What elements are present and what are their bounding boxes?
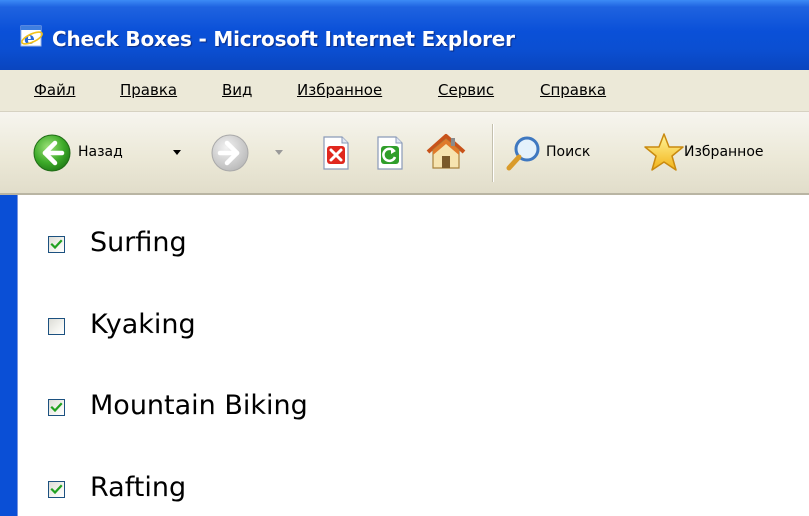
star-icon: [644, 133, 684, 171]
menu-edit-label: Правка: [120, 81, 178, 99]
favorites-button[interactable]: Избранное: [642, 131, 809, 175]
menu-file-label: Файл: [34, 81, 76, 99]
forward-dropdown-icon[interactable]: [274, 149, 284, 157]
checkbox-label-rafting: Rafting: [90, 472, 187, 503]
toolbar-separator: [492, 124, 494, 182]
window-frame-left: [0, 195, 17, 516]
checkbox-label-kyaking: Kyaking: [90, 309, 196, 340]
refresh-icon[interactable]: [370, 134, 408, 172]
back-dropdown-icon[interactable]: [172, 149, 182, 157]
menu-tools[interactable]: Сервис: [438, 81, 494, 99]
internet-explorer-icon: e: [20, 25, 43, 49]
favorites-label: Избранное: [684, 144, 764, 160]
back-label: Назад: [78, 144, 123, 160]
svg-text:e: e: [24, 29, 35, 49]
search-label: Поиск: [546, 144, 591, 160]
checkbox-mountain-biking[interactable]: [48, 399, 65, 416]
home-icon[interactable]: [424, 130, 468, 174]
search-button[interactable]: Поиск: [504, 133, 624, 173]
toolbar: Назад Поиск Избранное: [0, 112, 809, 195]
title-bar: e Check Boxes - Microsoft Internet Explo…: [0, 0, 809, 70]
checkbox-kyaking[interactable]: [48, 318, 65, 335]
checkmark-icon: [50, 484, 63, 495]
back-arrow-icon: [33, 134, 71, 172]
forward-arrow-icon: [211, 134, 249, 172]
window-title: Check Boxes - Microsoft Internet Explore…: [52, 27, 515, 51]
checkbox-label-surfing: Surfing: [90, 227, 187, 258]
back-button[interactable]: Назад: [32, 133, 200, 173]
checkbox-surfing[interactable]: [48, 236, 65, 253]
menu-help[interactable]: Справка: [540, 81, 606, 99]
menu-tools-label: Сервис: [438, 81, 495, 99]
checkbox-rafting[interactable]: [48, 481, 65, 498]
stop-icon[interactable]: [316, 134, 354, 172]
menu-favorites-label: Избранное: [297, 81, 383, 99]
menu-file[interactable]: Файл: [34, 81, 75, 99]
checkmark-icon: [50, 239, 63, 250]
menu-edit[interactable]: Правка: [120, 81, 177, 99]
checkbox-label-mountain-biking: Mountain Biking: [90, 390, 308, 421]
checkmark-icon: [50, 402, 63, 413]
menu-help-label: Справка: [540, 81, 607, 99]
menu-favorites[interactable]: Избранное: [297, 81, 382, 99]
forward-button[interactable]: [210, 133, 290, 173]
menu-view-label: Вид: [222, 81, 253, 99]
menu-bar: Файл Правка Вид Избранное Сервис Справка: [0, 70, 809, 112]
search-icon: [506, 136, 540, 171]
menu-view[interactable]: Вид: [222, 81, 252, 99]
